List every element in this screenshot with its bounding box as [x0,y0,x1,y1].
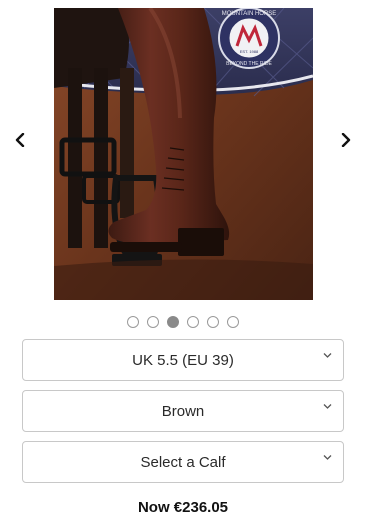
chevron-right-icon [341,133,351,147]
color-select[interactable]: Brown [22,390,344,432]
carousel-dot[interactable] [147,316,159,328]
chevron-left-icon [15,133,25,147]
size-select[interactable]: UK 5.5 (EU 39) [22,339,344,381]
carousel-dot[interactable] [227,316,239,328]
product-price: Now €236.05 [137,499,229,516]
carousel-dot[interactable] [187,316,199,328]
color-select-value: Brown [161,402,205,420]
product-photo[interactable]: MOUNTAIN HORSE EST. 1988 BEYOND THE RIDE [54,8,313,300]
previous-image-button[interactable] [10,128,30,152]
calf-select-value: Select a Calf [140,453,226,471]
badge-brand-text: MOUNTAIN HORSE [222,11,277,17]
next-image-button[interactable] [336,128,356,152]
carousel-pagination [0,316,366,328]
calf-select[interactable]: Select a Calf [22,441,344,483]
badge-est-text: EST. 1988 [240,49,259,54]
carousel-dot[interactable] [127,316,139,328]
carousel-dot[interactable] [167,316,179,328]
chevron-down-icon [323,404,332,409]
chevron-down-icon [323,455,332,460]
product-image-carousel: MOUNTAIN HORSE EST. 1988 BEYOND THE RIDE [0,0,366,328]
chevron-down-icon [323,353,332,358]
badge-tagline-text: BEYOND THE RIDE [226,61,272,67]
size-select-value: UK 5.5 (EU 39) [132,351,234,369]
carousel-dot[interactable] [207,316,219,328]
